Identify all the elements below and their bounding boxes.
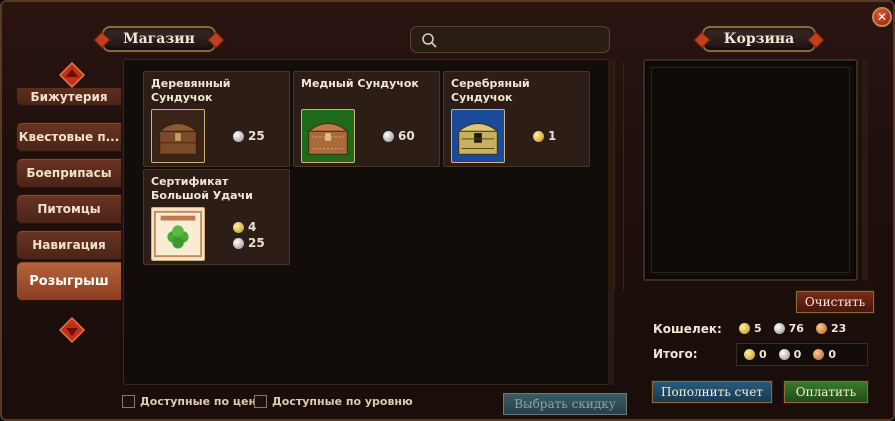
category-label: Розыгрыш [29,273,109,289]
filter-by-price[interactable]: Доступные по цене [122,395,264,408]
category-label: Питомцы [37,202,101,216]
close-icon: ✕ [876,10,888,24]
search-box[interactable] [410,26,610,53]
total-amount: 0 0 0 [744,348,836,361]
product-name: Медный Сундучок [301,77,419,90]
gold-coin-icon [744,349,755,360]
choose-discount-button[interactable]: Выбрать скидку [503,393,627,415]
category-item-ammo[interactable]: Боеприпасы [16,158,122,188]
product-price: 1 [533,129,556,143]
price-amount: 4 [248,220,257,234]
price-amount: 1 [548,129,557,143]
category-item-navigation[interactable]: Навигация [16,230,122,260]
category-scroll-down-icon[interactable] [59,317,85,343]
category-label: Боеприпасы [26,166,112,180]
product-name: Деревянный Сундучок [151,77,231,104]
product-price: 25 [233,129,265,143]
filter-by-level[interactable]: Доступные по уровню [254,395,413,408]
price-amount: 60 [398,129,415,143]
category-item-quest[interactable]: Квестовые п... [16,122,122,152]
silver-coin-icon [233,130,244,142]
wallet-label: Кошелек: [653,322,722,336]
product-price-gold: 4 [233,220,256,234]
product-card-wooden-chest[interactable]: Деревянный Сундучок 25 [143,71,290,167]
total-gold: 0 [759,348,767,361]
cart-title: Корзина [723,31,795,47]
total-bronze: 0 [828,348,836,361]
close-button[interactable]: ✕ [872,7,892,27]
product-card-silver-chest[interactable]: Серебряный Сундучок 1 [443,71,590,167]
silver-coin-icon [383,130,394,142]
cart-scrollbar[interactable] [862,59,868,281]
copper-chest-icon [301,109,355,163]
search-icon [422,33,437,48]
button-label: Очистить [804,295,866,309]
product-grid: Деревянный Сундучок 25 Медный Сундучок 6… [123,59,610,385]
total-silver: 0 [793,348,802,361]
wallet-bronze: 23 [830,322,847,335]
category-item-jewelry[interactable]: Бижутерия [16,88,122,106]
product-name: Серебряный Сундучок [451,77,530,104]
silver-chest-icon [451,109,505,163]
clear-cart-button[interactable]: Очистить [796,291,874,313]
category-item-lottery[interactable]: Розыгрыш [16,261,122,301]
filter-label: Доступные по цене [140,395,264,408]
gold-coin-icon [233,221,244,233]
wallet-silver: 76 [788,322,804,335]
category-label: Квестовые п... [18,130,120,144]
price-amount: 25 [248,129,265,143]
cart-title-plaque: Корзина [702,26,816,52]
silver-coin-icon [233,237,244,249]
silver-coin-icon [773,323,785,334]
category-item-pets[interactable]: Питомцы [16,194,122,224]
divider [614,62,624,290]
silver-coin-icon [778,349,790,360]
cart-items-area [651,67,850,273]
shop-title-plaque: Магазин [102,26,216,52]
filter-label: Доступные по уровню [272,395,413,408]
luck-certificate-icon [151,207,205,261]
button-label: Оплатить [795,385,857,399]
cart-panel [643,59,858,281]
checkbox[interactable] [122,395,135,408]
product-name: Сертификат Большой Удачи [151,175,253,202]
bronze-coin-icon [813,349,825,360]
search-input[interactable] [443,31,603,49]
wooden-chest-icon [151,109,205,163]
product-price-silver: 25 [233,236,265,250]
top-up-button[interactable]: Пополнить счет [652,381,772,403]
total-label: Итого: [653,347,698,361]
product-card-copper-chest[interactable]: Медный Сундучок 60 [293,71,440,167]
bronze-coin-icon [815,323,827,334]
category-scroll-up-icon[interactable] [59,62,85,88]
button-label: Выбрать скидку [514,397,616,411]
category-list: Бижутерия Квестовые п... Боеприпасы Пито… [16,88,122,304]
gold-coin-icon [739,323,750,334]
category-label: Бижутерия [30,90,108,104]
pay-button[interactable]: Оплатить [784,381,868,403]
shop-window: Магазин Корзина ✕ Бижутерия Квестовые п.… [0,0,895,421]
button-label: Пополнить счет [661,385,763,399]
checkbox[interactable] [254,395,267,408]
product-card-luck-certificate[interactable]: Сертификат Большой Удачи 4 25 [143,169,290,265]
wallet-balance: 5 76 23 [739,322,846,335]
category-label: Навигация [32,238,106,252]
gold-coin-icon [533,130,544,142]
shop-title: Магазин [123,31,195,47]
product-price: 60 [383,129,415,143]
price-amount: 25 [248,236,265,250]
wallet-gold: 5 [754,322,762,335]
